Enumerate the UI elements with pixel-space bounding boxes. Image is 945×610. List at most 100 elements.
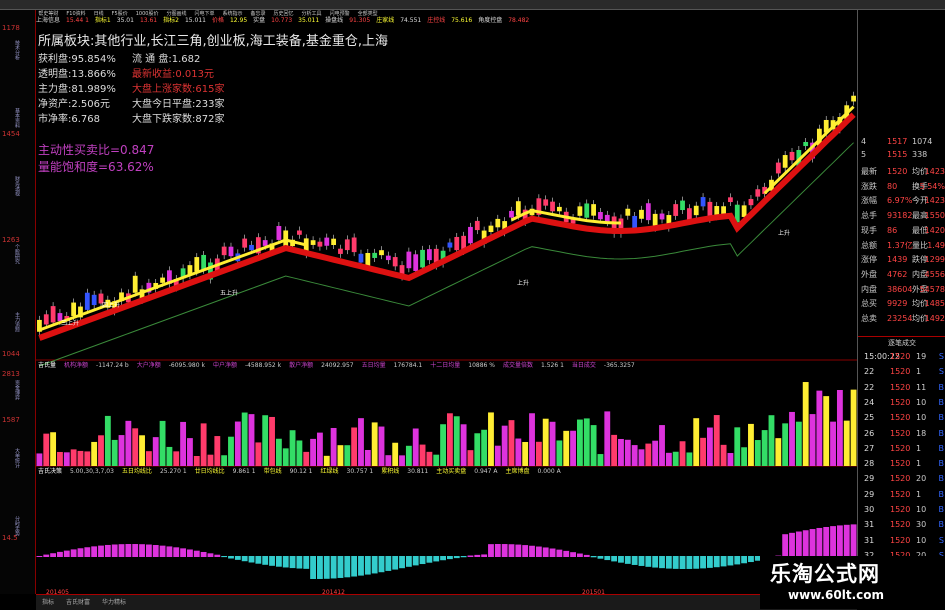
tick-price: 1520: [890, 520, 911, 530]
tick-row: 28 1520 1 B: [858, 457, 945, 470]
histogram-bar: [248, 556, 255, 563]
ma-green-line: [39, 142, 854, 367]
tick-side: B: [938, 489, 945, 499]
histogram-bar: [720, 556, 727, 567]
side-nav-tab[interactable]: 个股研究: [14, 244, 21, 264]
side-nav-tab[interactable]: 资金博弈: [14, 380, 21, 400]
volume-bar: [535, 441, 542, 466]
stat-row: 大盘下跌家数:872家: [132, 112, 224, 127]
quote-label: 涨跌: [861, 181, 877, 191]
histogram-bar: [152, 545, 159, 557]
subpanel-header-item: 1.526 1: [541, 362, 564, 369]
candle-body: [474, 220, 480, 231]
tick-time: 26: [864, 428, 875, 438]
histogram-bar: [228, 556, 234, 559]
volume-bar: [453, 416, 460, 466]
tick-volume: 20: [916, 474, 927, 484]
histogram-bar: [385, 556, 392, 571]
chart-annotation: 上升: [778, 230, 791, 237]
candle-body: [748, 198, 754, 206]
bottom-tab[interactable]: 华力精标: [96, 595, 132, 610]
volume-bar: [145, 451, 152, 466]
volume-bar: [57, 451, 63, 466]
histogram-bar: [522, 545, 529, 557]
subpanel-header-item: 廿日均线比: [194, 468, 225, 475]
volume-bar: [542, 418, 549, 466]
subpanel-header-item: -4588.952 k: [244, 362, 282, 369]
tick-price: 1520: [890, 352, 911, 361]
histogram-bar: [98, 545, 104, 557]
info-bar-item: 12.95: [229, 17, 248, 24]
histogram-bar: [706, 556, 713, 568]
candle-body: [584, 203, 590, 218]
histogram-bar: [70, 549, 77, 557]
volume-bar: [720, 444, 727, 466]
histogram-bar: [344, 556, 351, 578]
info-bar-item: 价格: [211, 17, 224, 24]
volume-bar: [317, 432, 323, 466]
tick-price: 1520: [890, 428, 911, 438]
candle-body: [242, 238, 248, 248]
volume-bar: [467, 450, 474, 466]
volume-bar: [399, 455, 405, 466]
volume-bar: [187, 438, 193, 466]
volume-bar: [180, 421, 187, 466]
subpanel-header-item: 25.270 1: [159, 468, 187, 475]
volume-bar: [392, 442, 399, 466]
histogram-bar: [809, 529, 816, 557]
quote-value: 38604: [887, 284, 913, 294]
stat-value: 872家: [195, 114, 225, 125]
stat-value: 2.506元: [71, 99, 111, 110]
info-bar-item: 上海信息: [36, 17, 61, 24]
volume-bar: [563, 430, 570, 466]
histogram-bar: [453, 556, 460, 559]
stat-label: 净资产:: [38, 99, 72, 110]
subpanel-header-item: 10886 %: [468, 362, 495, 369]
side-nav-tab[interactable]: 主力追踪: [14, 312, 21, 332]
volume-bar: [221, 455, 228, 466]
subpanel-header-item: -6095.980 k: [168, 362, 205, 369]
histogram-bar: [440, 556, 446, 561]
volume-bar: [775, 438, 782, 466]
histogram-bar: [576, 553, 583, 557]
histogram-bar: [843, 524, 850, 557]
histogram-bar: [221, 556, 228, 558]
decision-subpanel-header: 吉氏决策 5.00,30,3,7,03 五日均线比 25.270 1 廿日均线比 9.86…: [38, 468, 569, 476]
candle-body: [782, 155, 788, 168]
candle-body: [358, 253, 364, 263]
side-nav-tab[interactable]: 分时走势: [14, 516, 21, 536]
tick-side: S: [938, 352, 944, 361]
histogram-bar: [159, 545, 166, 557]
candle-body: [420, 249, 425, 268]
stat-label: 大盘上涨家数:: [132, 84, 196, 95]
watermark-title: 乐淘公式网: [770, 562, 880, 586]
volume-bar: [84, 451, 91, 466]
info-bar-item: 实盘: [253, 17, 266, 24]
stat-row: 大盘上涨家数:615家: [132, 82, 224, 97]
volume-bar: [508, 420, 515, 466]
volume-saturation: 量能饱和度=63.62%: [38, 160, 154, 174]
side-nav-tab[interactable]: 大单统计: [14, 448, 21, 468]
histogram-bar: [392, 556, 399, 570]
histogram-bar: [583, 554, 590, 557]
side-nav-tab[interactable]: 财务透视: [14, 176, 21, 196]
histogram-bar: [645, 556, 652, 567]
candle-body: [659, 213, 665, 220]
volume-bar: [262, 415, 269, 466]
tick-price: 1520: [890, 397, 911, 407]
ma-red-line: [38, 112, 856, 341]
side-nav-tab[interactable]: 技术分析: [14, 40, 21, 60]
subpanel-header-item: -1147.24 b: [96, 362, 129, 369]
volume-tick-label: 1587: [2, 416, 20, 424]
candle-body: [728, 197, 733, 203]
side-nav-tab[interactable]: 基本资料: [14, 108, 21, 128]
candle-body: [392, 257, 398, 267]
volume-bar: [419, 444, 426, 466]
histogram-bar: [597, 556, 604, 559]
subpanel-header-item: 五日均量: [361, 362, 386, 369]
volume-bar: [118, 435, 125, 466]
stat-row: 主力盘:81.989%: [38, 82, 116, 97]
tick-list-tab[interactable]: 逐笔成交: [858, 336, 945, 350]
quote-label: 总买: [861, 299, 877, 309]
quote-value: 4556: [924, 269, 945, 279]
